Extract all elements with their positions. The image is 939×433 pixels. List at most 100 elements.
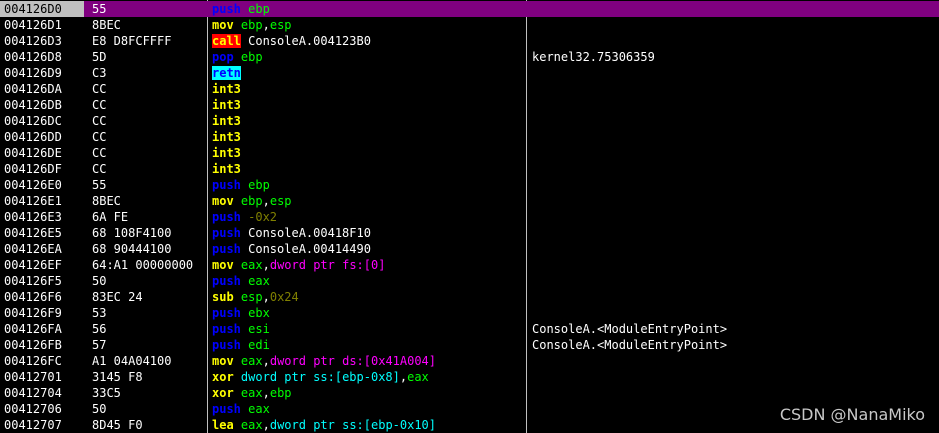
- disasm-row[interactable]: 004126E0 55 push ebp: [0, 177, 939, 193]
- hex-bytes-cell: E8 D8FCFFFF: [92, 34, 172, 48]
- hex-bytes-cell: 57: [92, 338, 107, 352]
- operand-token: ebp: [248, 178, 270, 192]
- disasm-row[interactable]: 004126FB 57 push edi ConsoleA.<ModuleEntryP…: [0, 337, 939, 353]
- comment-cell: ConsoleA.<ModuleEntryPoint>: [532, 322, 728, 336]
- operand-token: ebp: [240, 194, 263, 208]
- hex-bytes-cell: C3: [92, 66, 107, 80]
- disasm-row[interactable]: 004126E1 8BEC mov ebp,esp: [0, 193, 939, 209]
- address-cell: 004126DC: [4, 114, 62, 128]
- comment-cell: [532, 305, 932, 321]
- address-cell: 00412704: [4, 386, 62, 400]
- operand-token: [234, 354, 241, 368]
- hex-bytes-cell: 3145 F8: [92, 370, 143, 384]
- comment-cell: [532, 353, 932, 369]
- disassembly-cell: push edi: [212, 337, 522, 353]
- address-cell: 004126E3: [4, 210, 62, 224]
- operand-token: dword ptr ss:[ebp-0x10]: [269, 418, 437, 432]
- comment-cell: [532, 129, 932, 145]
- operand-token: esp: [269, 18, 292, 32]
- comment-cell: ConsoleA.<ModuleEntryPoint>: [532, 338, 728, 352]
- address-cell: 004126DF: [4, 162, 62, 176]
- operand-token: [234, 50, 241, 64]
- disasm-row[interactable]: 004126F6 83EC 24 sub esp,0x24: [0, 289, 939, 305]
- hex-bytes-cell: CC: [92, 130, 107, 144]
- operand-token: edi: [248, 338, 270, 352]
- disasm-row[interactable]: 004126EA 68 90444100 push ConsoleA.0041449…: [0, 241, 939, 257]
- disasm-row[interactable]: 004126DE CC int3: [0, 145, 939, 161]
- disasm-row[interactable]: 004126FA 56 push esi ConsoleA.<ModuleEntryP…: [0, 321, 939, 337]
- address-cell: 004126DE: [4, 146, 62, 160]
- disassembly-cell: push eax: [212, 401, 522, 417]
- operand-token: dword ptr fs:[0]: [269, 258, 386, 272]
- comment-cell: [532, 97, 932, 113]
- hex-bytes-cell: 83EC 24: [92, 290, 143, 304]
- disassembly-listing[interactable]: 004126D0 55 push ebp 004126D1 8BEC mov ebp,es…: [0, 0, 939, 433]
- mnemonic-token: push: [212, 2, 241, 16]
- operand-token: ,: [262, 354, 270, 368]
- hex-bytes-cell: 50: [92, 402, 107, 416]
- disasm-row[interactable]: 004126D0 55 push ebp: [0, 1, 939, 17]
- comment-cell: [532, 289, 932, 305]
- mnemonic-token: xor: [212, 386, 234, 400]
- comment-cell: [532, 273, 932, 289]
- address-cell: 004126DB: [4, 98, 62, 112]
- disasm-row[interactable]: 00412701 3145 F8 xor dword ptr ss:[ebp-0x8…: [0, 369, 939, 385]
- operand-token: eax: [240, 258, 263, 272]
- disasm-row[interactable]: 004126D9 C3 retn: [0, 65, 939, 81]
- mnemonic-token: push: [212, 402, 241, 416]
- disasm-row[interactable]: 004126D8 5D pop ebp kernel32.75306359: [0, 49, 939, 65]
- disassembly-cell: mov ebp,esp: [212, 193, 522, 209]
- address-cell: 004126EF: [4, 258, 62, 272]
- disassembly-cell: push ebx: [212, 305, 522, 321]
- comment-cell: [532, 113, 932, 129]
- mnemonic-token: int3: [212, 98, 241, 112]
- operand-token: ebp: [240, 18, 263, 32]
- disasm-row[interactable]: 004126D3 E8 D8FCFFFF call ConsoleA.004123B…: [0, 33, 939, 49]
- comment-cell: [532, 65, 932, 81]
- disasm-row[interactable]: 00412704 33C5 xor eax,ebp: [0, 385, 939, 401]
- hex-bytes-cell: 55: [92, 2, 107, 16]
- comment-cell: [532, 81, 932, 97]
- disasm-row[interactable]: 004126DA CC int3: [0, 81, 939, 97]
- disassembly-cell: push ConsoleA.00414490: [212, 241, 522, 257]
- disassembly-cell: push ebp: [212, 1, 522, 17]
- mnemonic-token: int3: [212, 162, 241, 176]
- hex-bytes-cell: CC: [92, 146, 107, 160]
- operand-token: -0x2: [240, 210, 278, 224]
- operand-token: ConsoleA.004123B0: [240, 34, 371, 48]
- address-cell: 004126FA: [4, 322, 62, 336]
- comment-cell: [532, 225, 932, 241]
- mnemonic-token: mov: [212, 258, 234, 272]
- mnemonic-token: push: [212, 338, 241, 352]
- disasm-row[interactable]: 004126DB CC int3: [0, 97, 939, 113]
- comment-cell: [532, 241, 932, 257]
- operand-token: [234, 290, 241, 304]
- address-cell: 004126E5: [4, 226, 62, 240]
- disasm-row[interactable]: 004126E5 68 108F4100 push ConsoleA.00418F1…: [0, 225, 939, 241]
- mnemonic-token: push: [212, 178, 241, 192]
- disasm-row[interactable]: 004126DF CC int3: [0, 161, 939, 177]
- address-cell: 004126D9: [4, 66, 62, 80]
- disasm-row[interactable]: 004126F5 50 push eax: [0, 273, 939, 289]
- operand-token: ,: [262, 18, 270, 32]
- comment-cell: [532, 385, 932, 401]
- disasm-row[interactable]: 004126FC A1 04A04100 mov eax,dword ptr ds:…: [0, 353, 939, 369]
- disasm-row[interactable]: 004126E3 6A FE push -0x2: [0, 209, 939, 225]
- comment-cell: [532, 177, 932, 193]
- disasm-row[interactable]: 004126DC CC int3: [0, 113, 939, 129]
- mnemonic-token: push: [212, 274, 241, 288]
- disasm-row[interactable]: 004126EF 64:A1 00000000 mov eax,dword ptr …: [0, 257, 939, 273]
- mnemonic-token: sub: [212, 290, 234, 304]
- mnemonic-token: push: [212, 210, 241, 224]
- disasm-row[interactable]: 004126D1 8BEC mov ebp,esp: [0, 17, 939, 33]
- disasm-row[interactable]: 004126F9 53 push ebx: [0, 305, 939, 321]
- mnemonic-token: push: [212, 226, 241, 240]
- operand-token: ebp: [240, 50, 263, 64]
- disassembly-cell: int3: [212, 129, 522, 145]
- mnemonic-token: push: [212, 242, 241, 256]
- mnemonic-token: lea: [212, 418, 234, 432]
- operand-token: esi: [248, 322, 270, 336]
- disasm-row[interactable]: 004126DD CC int3: [0, 129, 939, 145]
- comment-cell: [532, 33, 932, 49]
- disassembly-cell: int3: [212, 161, 522, 177]
